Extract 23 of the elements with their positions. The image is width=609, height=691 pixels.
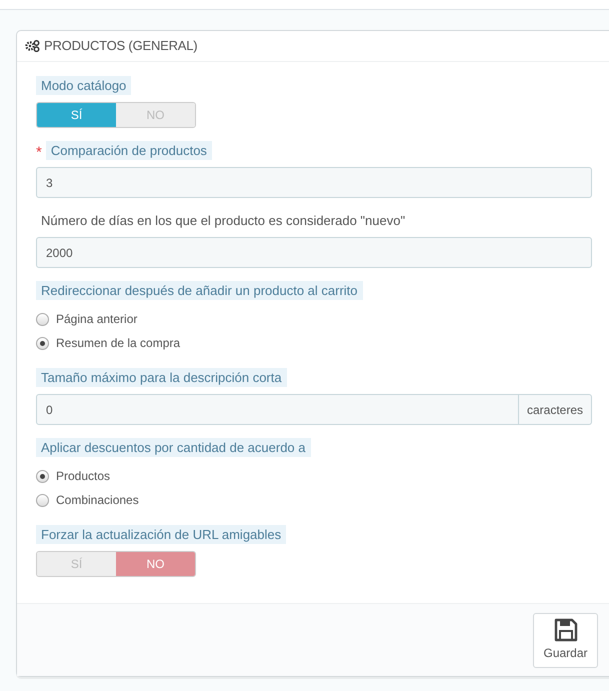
- radio-button[interactable]: [36, 312, 49, 326]
- radio-button[interactable]: [36, 470, 49, 482]
- field-label: Número de días en los que el producto es considerado "nuevo": [40, 212, 406, 230]
- radio-label: Página anterior: [56, 311, 138, 328]
- field-label: Tamaño máximo para la descripción corta: [36, 368, 287, 387]
- input-field[interactable]: 3: [36, 167, 592, 198]
- radio-button[interactable]: [36, 494, 49, 506]
- save-button[interactable]: Guardar: [533, 612, 598, 668]
- field-label: Aplicar descuentos por cantidad de acuerdo a: [36, 438, 311, 457]
- radio-label: Resumen de la compra: [56, 335, 180, 352]
- required-mark: *: [36, 142, 42, 160]
- panel-title: PRODUCTOS (GENERAL): [44, 37, 198, 56]
- field-label: Forzar la actualización de URL amigables: [36, 525, 286, 544]
- radio-label: Combinaciones: [56, 492, 139, 509]
- radio-label: Productos: [56, 468, 110, 485]
- field-label: Modo catálogo: [36, 76, 132, 95]
- field-label: Redireccionar después de añadir un producto al carrito: [36, 281, 363, 300]
- radio-button[interactable]: [36, 336, 49, 350]
- field-label: Comparación de productos: [46, 141, 212, 160]
- input-field[interactable]: 0: [36, 394, 519, 425]
- gears-icon: [25, 40, 40, 52]
- unit-addon: caracteres: [518, 394, 592, 425]
- input-field[interactable]: 2000: [36, 237, 592, 268]
